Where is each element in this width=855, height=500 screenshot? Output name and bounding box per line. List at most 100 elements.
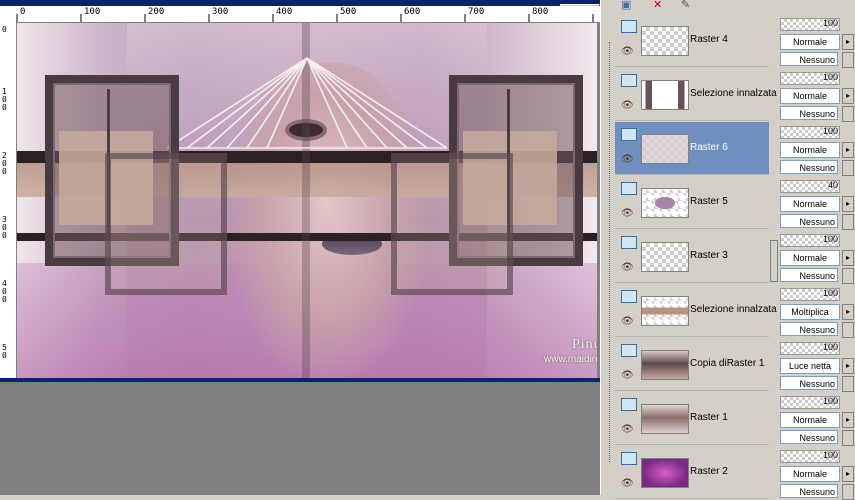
chevron-right-icon[interactable]: ▸ bbox=[842, 88, 854, 104]
lock-icon[interactable] bbox=[842, 160, 854, 176]
layer-thumbnail bbox=[641, 188, 689, 218]
layer-thumbnail bbox=[641, 404, 689, 434]
eye-icon[interactable]: 👁 bbox=[621, 154, 634, 165]
opacity-value: 100 bbox=[822, 72, 838, 82]
raster-layer-icon bbox=[621, 344, 637, 357]
eye-icon[interactable]: 👁 bbox=[621, 100, 634, 111]
panel-splitter-handle[interactable] bbox=[770, 240, 778, 282]
mask-select[interactable]: Nessuno bbox=[780, 322, 838, 336]
opacity-value: 100 bbox=[822, 450, 838, 460]
layers-toolbar: ▣ ✕ ✎ bbox=[601, 0, 855, 11]
mask-select[interactable]: Nessuno bbox=[780, 214, 838, 228]
ruler-label: 1 0 0 bbox=[2, 87, 7, 112]
layers-palette: ▣ ✕ ✎ 👁 Raster 4 👁 Selezione innalzata 👁… bbox=[600, 0, 855, 500]
left-inner-frame bbox=[105, 153, 227, 295]
layer-row[interactable]: 👁 Raster 2 bbox=[615, 446, 769, 499]
layer-row[interactable]: 👁 Raster 5 bbox=[615, 176, 769, 229]
layer-row[interactable]: 👁 Selezione innalzata bbox=[615, 284, 777, 337]
lock-icon[interactable] bbox=[842, 322, 854, 338]
layer-props-row: 100 Normale ▸ Nessuno bbox=[778, 446, 855, 500]
lock-icon[interactable] bbox=[842, 52, 854, 68]
blend-mode-select[interactable]: Luce netta bbox=[780, 358, 840, 374]
image-canvas[interactable]: Pinuccia www.maidiregrafica.eu bbox=[17, 23, 597, 378]
layer-props-row: 100 Normale ▸ Nessuno bbox=[778, 230, 855, 284]
blend-mode-select[interactable]: Normale bbox=[780, 88, 840, 104]
bridge-lines bbox=[166, 57, 448, 149]
mask-select[interactable]: Nessuno bbox=[780, 376, 838, 390]
eye-icon[interactable]: 👁 bbox=[621, 478, 634, 489]
chevron-right-icon[interactable]: ▸ bbox=[842, 34, 854, 50]
eye-icon[interactable]: 👁 bbox=[621, 46, 634, 57]
layer-name: Copia diRaster 1 bbox=[690, 358, 765, 369]
edit-icon[interactable]: ✎ bbox=[681, 0, 690, 11]
raster-layer-icon bbox=[621, 290, 637, 303]
chevron-right-icon[interactable]: ▸ bbox=[842, 196, 854, 212]
ruler-label: 5 0 bbox=[2, 343, 7, 360]
layer-props-row: 100 Normale ▸ Nessuno bbox=[778, 14, 855, 68]
mask-select[interactable]: Nessuno bbox=[780, 106, 838, 120]
eye-icon[interactable]: 👁 bbox=[621, 208, 634, 219]
blend-mode-select[interactable]: Normale bbox=[780, 142, 840, 158]
lock-icon[interactable] bbox=[842, 268, 854, 284]
raster-layer-icon bbox=[621, 20, 637, 33]
watermark-url: www.maidiregrafica.eu bbox=[544, 354, 597, 365]
layer-name: Raster 6 bbox=[690, 142, 728, 153]
lock-icon[interactable] bbox=[842, 484, 854, 500]
chevron-right-icon[interactable]: ▸ bbox=[842, 466, 854, 482]
layer-row-selected[interactable]: 👁 Raster 6 bbox=[615, 122, 769, 175]
eye-icon[interactable]: 👁 bbox=[621, 424, 634, 435]
layer-props-row: 100 Normale ▸ Nessuno bbox=[778, 68, 855, 122]
layer-props-row: 100 Moltiplica ▸ Nessuno bbox=[778, 284, 855, 338]
mask-select[interactable]: Nessuno bbox=[780, 52, 838, 66]
opacity-value: 100 bbox=[822, 342, 838, 352]
lock-icon[interactable] bbox=[842, 106, 854, 122]
chevron-right-icon[interactable]: ▸ bbox=[842, 412, 854, 428]
mask-select[interactable]: Nessuno bbox=[780, 160, 838, 174]
ruler-label: 4 0 0 bbox=[2, 279, 7, 304]
lock-icon[interactable] bbox=[842, 430, 854, 446]
mask-select[interactable]: Nessuno bbox=[780, 484, 838, 498]
right-inner-frame bbox=[391, 153, 513, 295]
chevron-right-icon[interactable]: ▸ bbox=[842, 304, 854, 320]
new-layer-icon[interactable]: ▣ bbox=[621, 0, 631, 11]
blend-mode-select[interactable]: Normale bbox=[780, 466, 840, 482]
eye-icon[interactable]: 👁 bbox=[621, 262, 634, 273]
layer-row[interactable]: 👁 Copia diRaster 1 bbox=[615, 338, 769, 391]
group-connector bbox=[609, 42, 611, 462]
opacity-value: 100 bbox=[822, 234, 838, 244]
lock-icon[interactable] bbox=[842, 214, 854, 230]
ruler-label: 3 0 0 bbox=[2, 215, 7, 240]
chevron-right-icon[interactable]: ▸ bbox=[842, 250, 854, 266]
blend-mode-select[interactable]: Normale bbox=[780, 34, 840, 50]
ruler-ticks bbox=[16, 14, 594, 22]
chevron-right-icon[interactable]: ▸ bbox=[842, 142, 854, 158]
blend-mode-select[interactable]: Normale bbox=[780, 196, 840, 212]
layer-thumbnail bbox=[641, 134, 689, 164]
layer-row[interactable]: 👁 Selezione innalzata bbox=[615, 68, 777, 121]
blend-mode-select[interactable]: Normale bbox=[780, 412, 840, 428]
mask-select[interactable]: Nessuno bbox=[780, 430, 838, 444]
layer-row[interactable]: 👁 Raster 1 bbox=[615, 392, 769, 445]
vertical-ruler: 0 1 0 0 2 0 0 3 0 0 4 0 0 5 0 bbox=[0, 22, 17, 379]
layer-name: Raster 4 bbox=[690, 34, 728, 45]
chevron-right-icon[interactable]: ▸ bbox=[842, 358, 854, 374]
lock-icon[interactable] bbox=[842, 376, 854, 392]
opacity-value: 100 bbox=[822, 288, 838, 298]
mask-select[interactable]: Nessuno bbox=[780, 268, 838, 282]
layer-props-row: 100 Luce netta ▸ Nessuno bbox=[778, 338, 855, 392]
layer-row[interactable]: 👁 Raster 3 bbox=[615, 230, 769, 283]
eye-icon[interactable]: 👁 bbox=[621, 370, 634, 381]
delete-layer-icon[interactable]: ✕ bbox=[653, 0, 662, 11]
layer-name: Raster 2 bbox=[690, 466, 728, 477]
layer-name: Raster 3 bbox=[690, 250, 728, 261]
layer-list: 👁 Raster 4 👁 Selezione innalzata 👁 Raste… bbox=[609, 14, 777, 499]
eye-icon[interactable]: 👁 bbox=[621, 316, 634, 327]
layer-thumbnail bbox=[641, 350, 689, 380]
raster-layer-icon bbox=[621, 236, 637, 249]
layer-row[interactable]: 👁 Raster 4 bbox=[615, 14, 769, 67]
blend-mode-select[interactable]: Normale bbox=[780, 250, 840, 266]
opacity-value: 40 bbox=[827, 180, 838, 190]
blend-mode-select[interactable]: Moltiplica bbox=[780, 304, 840, 320]
ruler-label: 0 bbox=[2, 25, 7, 34]
opacity-value: 100 bbox=[822, 396, 838, 406]
